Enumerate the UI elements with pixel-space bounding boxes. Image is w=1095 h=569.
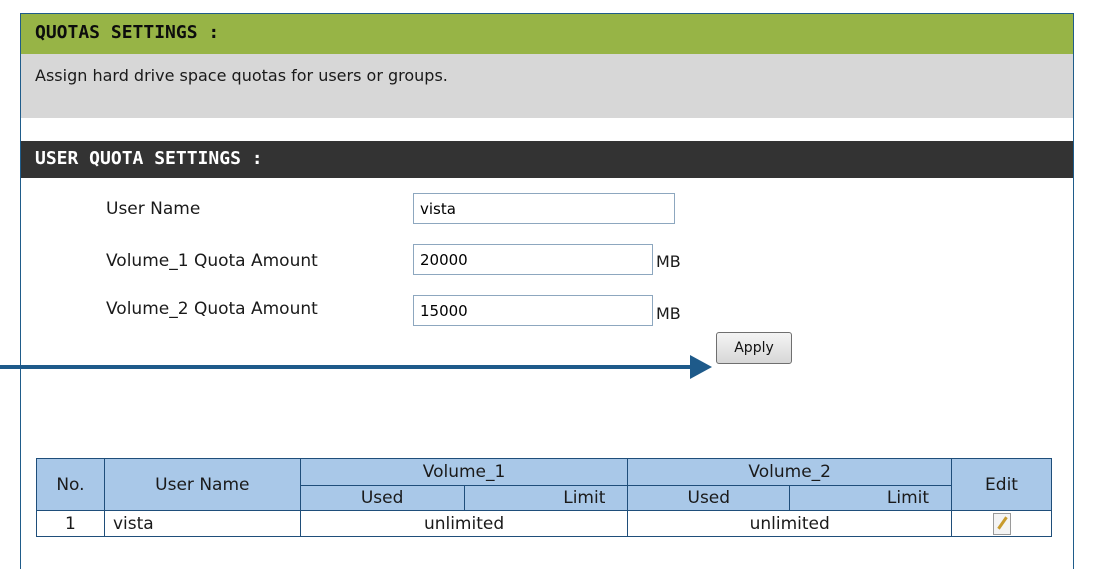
pointer-arrow-line — [0, 365, 692, 369]
col-header-volume2-used: Used — [627, 485, 791, 511]
row-user-name: vista — [103, 510, 301, 537]
section-gap — [21, 118, 1073, 141]
col-header-no: No. — [36, 458, 105, 511]
volume2-unit: MB — [656, 304, 681, 323]
col-header-user-name: User Name — [103, 458, 301, 511]
volume1-quota-label: Volume_1 Quota Amount — [106, 251, 318, 271]
user-quota-settings-title: USER QUOTA SETTINGS : — [21, 141, 1073, 178]
row-volume2-value: unlimited — [627, 510, 953, 537]
quotas-description: Assign hard drive space quotas for users… — [21, 54, 1073, 118]
quota-table: No. User Name Volume_1 Volume_2 Edit Use… — [36, 458, 1052, 537]
row-no: 1 — [36, 510, 105, 537]
col-header-volume1: Volume_1 — [299, 458, 629, 486]
edit-icon[interactable] — [992, 512, 1011, 535]
col-header-volume2: Volume_2 — [627, 458, 953, 486]
row-volume1-value: unlimited — [299, 510, 629, 537]
apply-button[interactable]: Apply — [716, 332, 792, 364]
user-name-input[interactable] — [413, 193, 675, 224]
col-header-volume1-limit: Limit — [463, 485, 629, 511]
row-edit-cell[interactable] — [951, 510, 1052, 537]
user-name-label: User Name — [106, 199, 201, 219]
volume2-quota-label: Volume_2 Quota Amount — [106, 299, 318, 319]
col-header-volume2-limit: Limit — [789, 485, 953, 511]
table-row: 1 vista unlimited unlimited — [36, 510, 1052, 537]
volume1-unit: MB — [656, 252, 681, 271]
col-header-volume1-used: Used — [299, 485, 465, 511]
volume2-quota-input[interactable] — [413, 295, 653, 326]
quotas-settings-title: QUOTAS SETTINGS : — [21, 13, 1073, 54]
volume1-quota-input[interactable] — [413, 244, 653, 275]
col-header-edit: Edit — [951, 458, 1052, 511]
pointer-arrow-head — [690, 355, 712, 379]
